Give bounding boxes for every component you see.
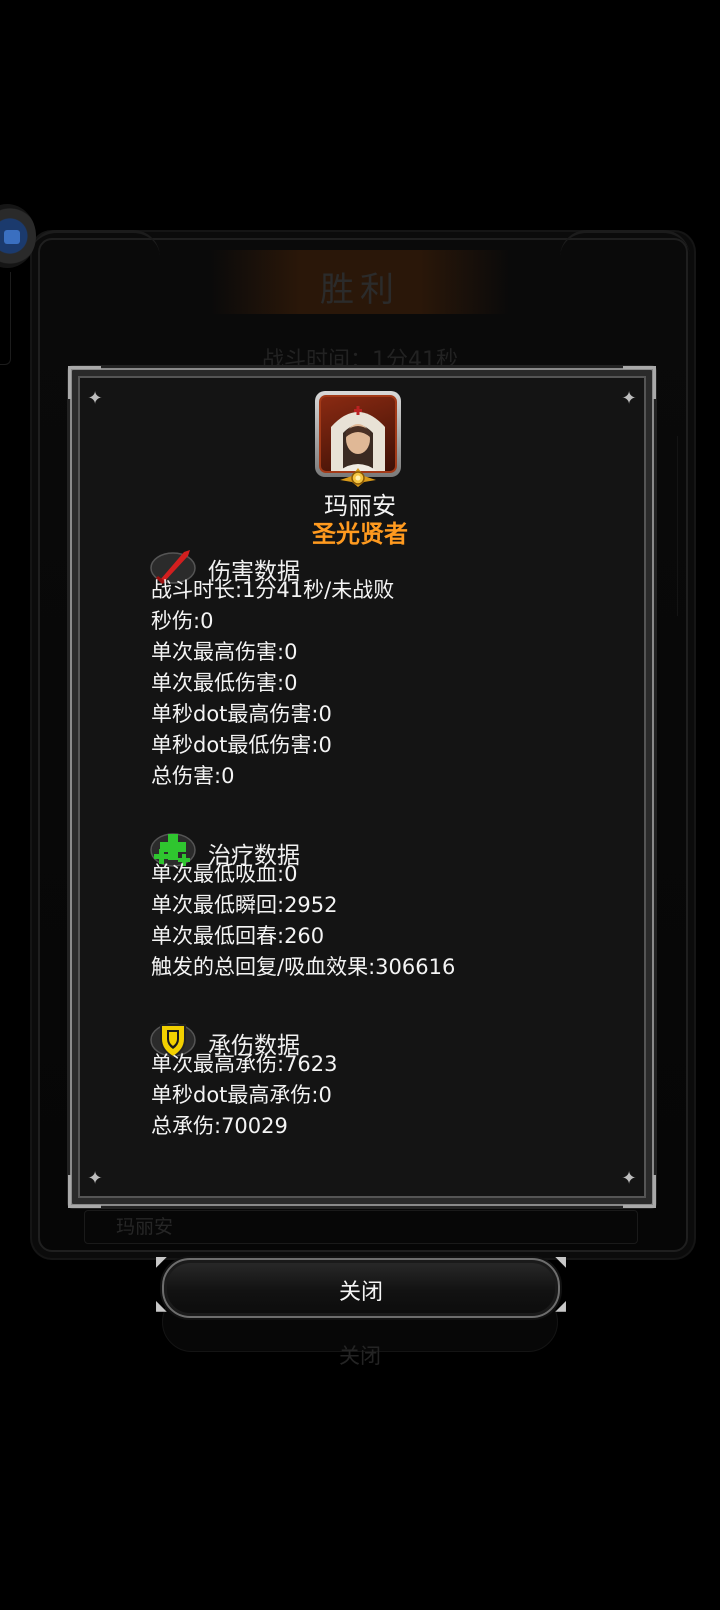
hero-face-icon	[331, 406, 385, 471]
side-button-icon	[4, 230, 20, 244]
damage-stat-line: 单次最高伤害:0	[151, 640, 298, 664]
hero-portrait	[315, 391, 401, 477]
background-result-title: 胜利	[320, 270, 400, 310]
side-floating-button[interactable]	[0, 204, 36, 268]
heal-stat-line: 单次最低回春:260	[151, 924, 325, 948]
sparkle-icon: ✦	[87, 1168, 103, 1189]
background-ornament-left	[30, 230, 160, 257]
hero-title: 圣光贤者	[312, 520, 408, 548]
background-ornament-right	[560, 230, 690, 257]
damage-stat-line: 单次最低伤害:0	[151, 671, 298, 695]
damage-stat-line: 单秒dot最高伤害:0	[151, 702, 332, 726]
side-tab-outline	[0, 272, 11, 365]
damage-stat-line: 单秒dot最低伤害:0	[151, 733, 332, 757]
damage-stat-line: 秒伤:0	[151, 609, 214, 633]
sparkle-icon: ✦	[621, 388, 637, 409]
close-button[interactable]: ◤ ◥ ◣ ◢ 关闭	[156, 1254, 566, 1318]
heal-stat-line: 单次最低吸血:0	[151, 862, 298, 886]
background-hero-row-name: 玛丽安	[116, 1216, 174, 1238]
heal-stat-line: 单次最低瞬回:2952	[151, 893, 338, 917]
tank-stat-line: 总承伤:70029	[151, 1114, 288, 1138]
tank-stat-line: 单次最高承伤:7623	[151, 1052, 338, 1076]
sparkle-icon: ✦	[87, 388, 103, 409]
damage-stat-line: 战斗时长:1分41秒/未战败	[151, 578, 395, 602]
heal-stat-line: 触发的总回复/吸血效果:306616	[151, 955, 456, 979]
damage-stat-line: 总伤害:0	[151, 764, 235, 788]
hero-portrait-image	[319, 395, 397, 473]
sparkle-icon: ✦	[621, 1168, 637, 1189]
background-close-label: 关闭	[339, 1344, 381, 1368]
tank-stat-line: 单秒dot最高承伤:0	[151, 1083, 332, 1107]
close-button-label: 关闭	[338, 1280, 383, 1305]
gold-rank-badge-icon	[340, 468, 376, 487]
